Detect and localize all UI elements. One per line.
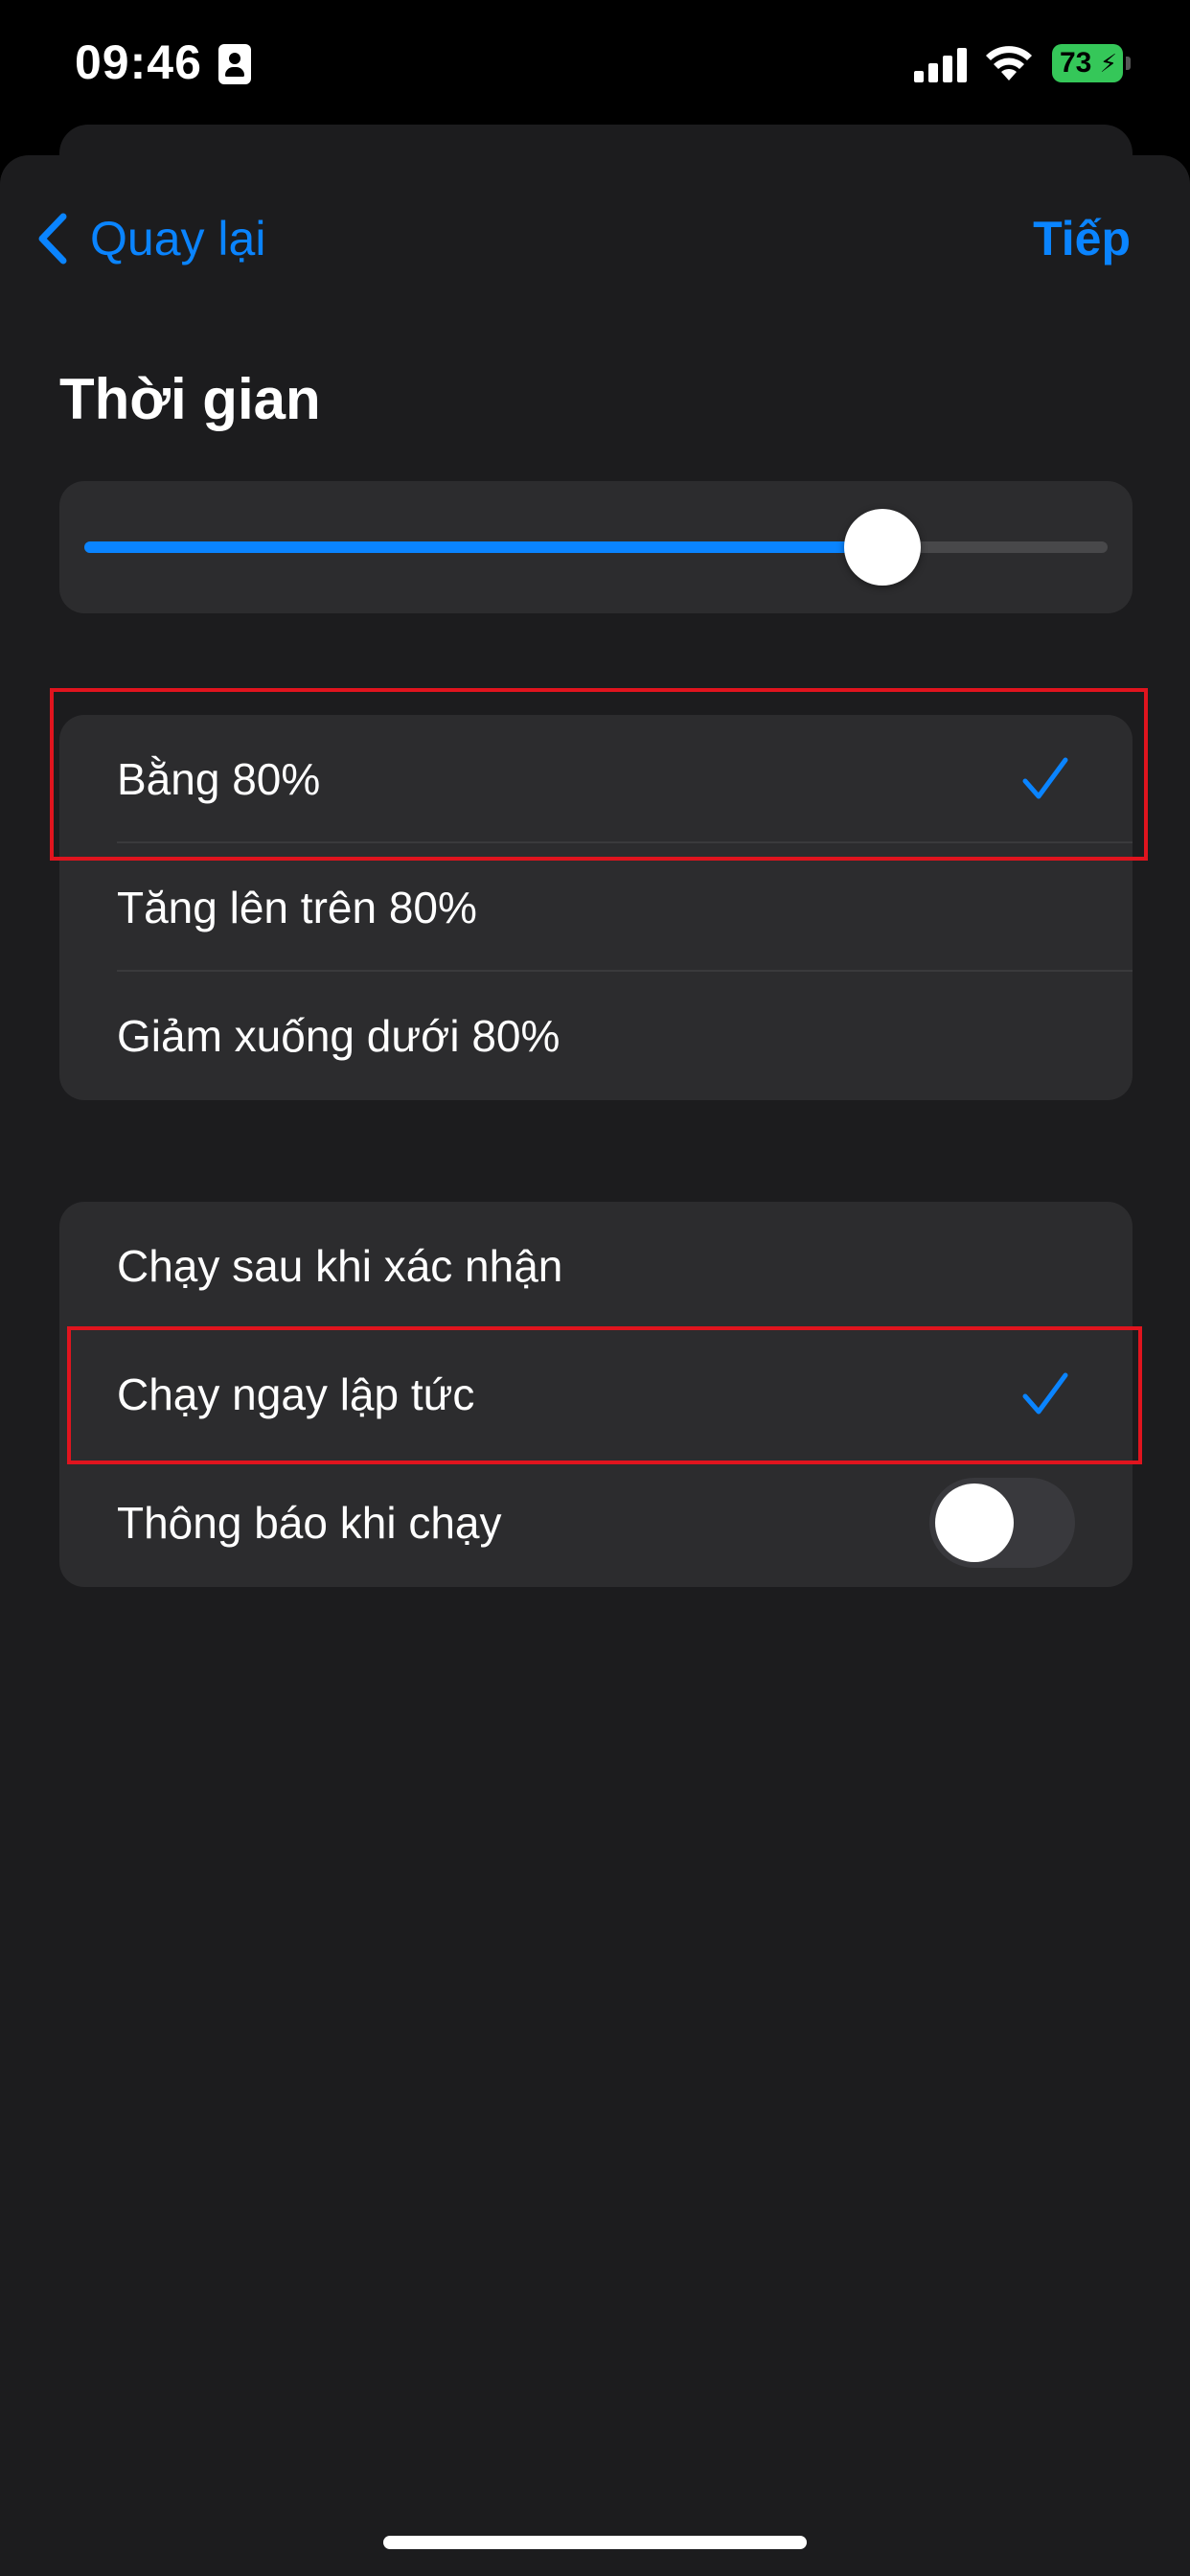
option-run-immediately[interactable]: Chạy ngay lập tức [59,1330,1133,1459]
slider-fill [84,541,883,553]
home-indicator [383,2536,807,2549]
run-options-list: Chạy sau khi xác nhận Chạy ngay lập tức … [59,1202,1133,1587]
charging-bolt-icon: ⚡ [1099,49,1117,78]
option-label: Tăng lên trên 80% [117,883,477,932]
option-equal[interactable]: Bằng 80% [59,715,1133,843]
option-decrease-below[interactable]: Giảm xuống dưới 80% [59,972,1133,1100]
checkmark-icon [1022,1372,1068,1414]
wifi-icon [986,46,1032,80]
condition-options-list: Bằng 80% Tăng lên trên 80% Giảm xuống dư… [59,715,1133,1100]
next-button[interactable]: Tiếp [1033,205,1131,272]
cellular-signal-icon [914,48,968,82]
section-title: Thời gian [59,367,321,431]
status-time: 09:46 [75,35,202,89]
back-button-label: Quay lại [90,212,266,265]
battery-icon: 73 ⚡ [1052,44,1131,82]
option-label: Bằng 80% [117,754,321,804]
notify-toggle-label: Thông báo khi chạy [117,1498,502,1548]
contact-card-icon [218,44,251,84]
back-button[interactable]: Quay lại [34,205,265,272]
notify-toggle[interactable] [929,1478,1075,1568]
option-increase-above[interactable]: Tăng lên trên 80% [59,843,1133,972]
checkmark-icon [1022,757,1068,799]
edit-sheet: Quay lại Tiếp Thời gian Bằng 80% Tăng lê… [0,155,1190,2576]
slider-track[interactable] [84,541,1108,553]
status-bar: 09:46 73 ⚡ [0,0,1190,134]
option-label: Chạy sau khi xác nhận [117,1241,563,1291]
battery-percent: 73 [1060,47,1092,79]
option-label: Chạy ngay lập tức [117,1369,475,1419]
toggle-knob [935,1484,1014,1562]
slider-thumb[interactable] [844,509,922,586]
notify-when-run-row: Thông báo khi chạy [59,1459,1133,1587]
chevron-left-icon [38,213,67,264]
option-label: Giảm xuống dưới 80% [117,1011,561,1061]
slider-card [59,481,1133,613]
option-run-after-confirm[interactable]: Chạy sau khi xác nhận [59,1202,1133,1330]
